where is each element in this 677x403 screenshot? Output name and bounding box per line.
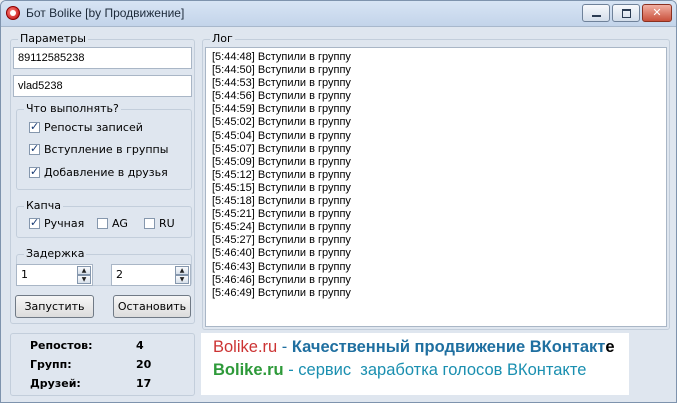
actions-legend: Что выполнять? [24, 102, 121, 115]
captcha-ru-checkbox[interactable]: RU [144, 217, 175, 230]
captcha-legend: Капча [24, 199, 63, 212]
stats-reposts-value: 4 [136, 339, 144, 352]
log-line: [5:45:12] Вступили в группу [212, 168, 351, 181]
log-line: [5:44:53] Вступили в группу [212, 77, 351, 90]
join-groups-label: Вступление в группы [44, 143, 169, 156]
join-groups-check-box[interactable] [29, 142, 40, 155]
log-line: [5:46:46] Вступили в группу [212, 273, 351, 286]
log-line: [5:44:59] Вступили в группу [212, 103, 351, 116]
maximize-icon [613, 5, 639, 21]
ad-line-1[interactable]: Bolike.ru - Качественный продвижение ВКо… [213, 338, 615, 357]
ad-line-2-brand: Bolike.ru [213, 361, 284, 379]
app-logo-icon [6, 6, 20, 20]
delay-to-down-icon[interactable]: ▼ [175, 275, 189, 284]
delay-to-value[interactable]: 2 [116, 265, 123, 285]
delay-from-down-icon[interactable]: ▼ [77, 275, 91, 284]
captcha-ag-checkbox[interactable]: AG [97, 217, 128, 230]
ad-banner[interactable]: Bolike.ru - Качественный продвижение ВКо… [201, 333, 629, 395]
log-line: [5:44:56] Вступили в группу [212, 90, 351, 103]
app-window: Бот Bolike [by Продвижение] ✕ Параметры … [0, 0, 677, 403]
delay-legend: Задержка [24, 247, 87, 260]
ad-line-1-sep: - [277, 338, 292, 356]
log-output[interactable]: [5:44:48] Вступили в группу [5:44:50] Вс… [205, 47, 667, 327]
stats-reposts-label: Репостов: [30, 339, 93, 352]
ad-line-2-text: сервис заработка голосов ВКонтакте [298, 361, 587, 379]
ad-line-1-brand: Bolike.ru [213, 338, 278, 356]
delay-from-stepper[interactable]: 1 ▲ ▼ [16, 264, 93, 286]
ad-line-1-text: Качественный продвижение ВКонтакт [291, 338, 606, 356]
stats-friends-label: Друзей: [30, 377, 81, 390]
params-legend: Параметры [18, 32, 88, 45]
minimize-button[interactable] [582, 4, 610, 22]
delay-to-arrows[interactable]: ▲ ▼ [175, 266, 189, 284]
start-button[interactable]: Запустить [15, 295, 94, 318]
captcha-ag-label: AG [112, 217, 128, 230]
title-bar[interactable]: Бот Bolike [by Продвижение] ✕ [1, 1, 676, 27]
log-line: [5:45:15] Вступили в группу [212, 181, 351, 194]
repost-label: Репосты записей [44, 121, 143, 134]
maximize-button[interactable] [612, 4, 640, 22]
captcha-ru-check-box[interactable] [144, 218, 155, 229]
captcha-manual-label: Ручная [44, 217, 85, 230]
log-line: [5:46:40] Вступили в группу [212, 247, 351, 260]
login-field[interactable] [13, 47, 192, 69]
log-legend: Лог [210, 32, 235, 45]
repost-check-box[interactable] [29, 120, 40, 133]
ad-line-2-sep: - [283, 361, 299, 379]
log-line: [5:44:50] Вступили в группу [212, 64, 351, 77]
ad-line-1-tail: е [605, 338, 615, 356]
log-line: [5:45:18] Вступили в группу [212, 195, 351, 208]
repost-checkbox[interactable]: Репосты записей [29, 120, 143, 134]
captcha-manual-check-box[interactable] [29, 216, 40, 229]
stats-groups-value: 20 [136, 358, 152, 371]
stats-friends-value: 17 [136, 377, 152, 390]
captcha-ru-label: RU [159, 217, 175, 230]
ad-line-2[interactable]: Bolike.ru - сервис заработка голосов ВКо… [213, 361, 586, 380]
add-friends-checkbox[interactable]: Добавление в друзья [29, 165, 168, 179]
log-line: [5:45:07] Вступили в группу [212, 142, 351, 155]
password-field[interactable] [13, 75, 192, 97]
log-line: [5:45:21] Вступили в группу [212, 208, 351, 221]
delay-to-up-icon[interactable]: ▲ [175, 266, 189, 275]
log-line: [5:45:27] Вступили в группу [212, 234, 351, 247]
delay-to-stepper[interactable]: 2 ▲ ▼ [111, 264, 191, 286]
log-line: [5:44:48] Вступили в группу [212, 51, 351, 63]
close-icon: ✕ [652, 6, 662, 19]
log-line: [5:46:49] Вступили в группу [212, 286, 351, 299]
log-line: [5:45:02] Вступили в группу [212, 116, 351, 129]
captcha-ag-check-box[interactable] [97, 218, 108, 229]
close-button[interactable]: ✕ [642, 4, 672, 22]
add-friends-label: Добавление в друзья [44, 166, 168, 179]
log-line: [5:45:09] Вступили в группу [212, 155, 351, 168]
minimize-icon [583, 5, 609, 21]
captcha-manual-checkbox[interactable]: Ручная [29, 216, 85, 230]
add-friends-check-box[interactable] [29, 165, 40, 178]
delay-from-up-icon[interactable]: ▲ [77, 266, 91, 275]
log-line: [5:45:04] Вступили в группу [212, 129, 351, 142]
join-groups-checkbox[interactable]: Вступление в группы [29, 142, 169, 156]
log-line: [5:45:24] Вступили в группу [212, 221, 351, 234]
stop-button[interactable]: Остановить [113, 295, 191, 318]
window-title: Бот Bolike [by Продвижение] [26, 6, 185, 20]
stats-groups-label: Групп: [30, 358, 72, 371]
delay-from-value[interactable]: 1 [21, 265, 28, 285]
log-line: [5:46:43] Вступили в группу [212, 260, 351, 273]
delay-from-arrows[interactable]: ▲ ▼ [77, 266, 91, 284]
